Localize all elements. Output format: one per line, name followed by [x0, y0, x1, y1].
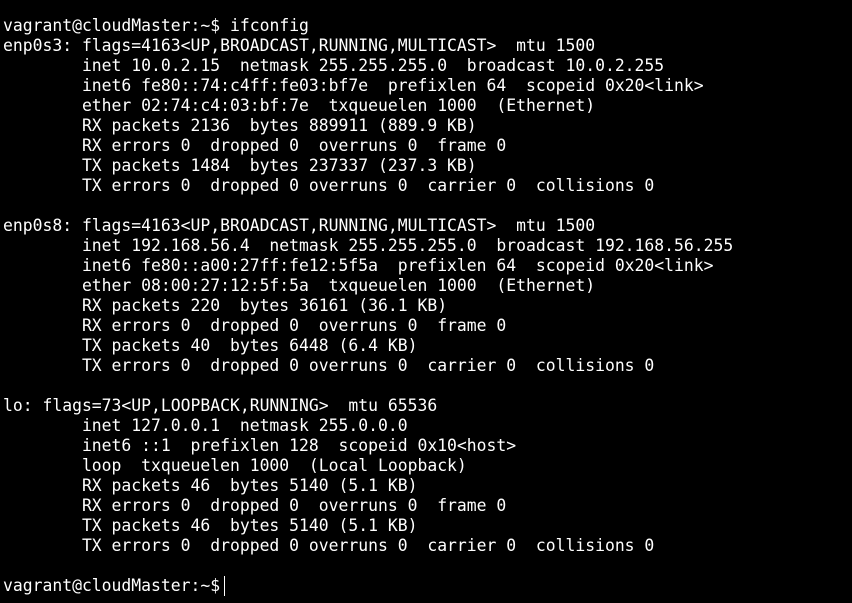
output-line: inet6 fe80::74:c4ff:fe03:bf7e prefixlen … [3, 76, 704, 95]
shell-prompt: vagrant@cloudMaster:~$ [3, 16, 221, 35]
interface-block-enp0s3: enp0s3: flags=4163<UP,BROADCAST,RUNNING,… [3, 36, 852, 196]
output-line: RX packets 220 bytes 36161 (36.1 KB) [3, 296, 448, 315]
output-line: ether 02:74:c4:03:bf:7e txqueuelen 1000 … [3, 96, 596, 115]
output-line: TX errors 0 dropped 0 overruns 0 carrier… [3, 356, 655, 375]
output-line: TX errors 0 dropped 0 overruns 0 carrier… [3, 176, 655, 195]
interface-block-lo: lo: flags=73<UP,LOOPBACK,RUNNING> mtu 65… [3, 396, 852, 556]
output-line: inet 10.0.2.15 netmask 255.255.255.0 bro… [3, 56, 665, 75]
output-line: inet6 ::1 prefixlen 128 scopeid 0x10<hos… [3, 436, 517, 455]
output-line: enp0s3: flags=4163<UP,BROADCAST,RUNNING,… [3, 36, 596, 55]
output-line: TX packets 46 bytes 5140 (5.1 KB) [3, 516, 418, 535]
output-line: loop txqueuelen 1000 (Local Loopback) [3, 456, 467, 475]
active-prompt-line[interactable]: vagrant@cloudMaster:~$ [3, 576, 852, 596]
output-line: RX packets 46 bytes 5140 (5.1 KB) [3, 476, 418, 495]
output-line: RX errors 0 dropped 0 overruns 0 frame 0 [3, 316, 507, 335]
shell-prompt: vagrant@cloudMaster:~$ [3, 576, 221, 595]
output-line: RX errors 0 dropped 0 overruns 0 frame 0 [3, 136, 507, 155]
terminal-window[interactable]: vagrant@cloudMaster:~$ ifconfig enp0s3: … [0, 0, 852, 603]
output-line: TX errors 0 dropped 0 overruns 0 carrier… [3, 536, 655, 555]
output-line: enp0s8: flags=4163<UP,BROADCAST,RUNNING,… [3, 216, 596, 235]
output-line: inet 192.168.56.4 netmask 255.255.255.0 … [3, 236, 734, 255]
command-line: vagrant@cloudMaster:~$ ifconfig [3, 16, 852, 36]
output-line: TX packets 40 bytes 6448 (6.4 KB) [3, 336, 418, 355]
output-line: lo: flags=73<UP,LOOPBACK,RUNNING> mtu 65… [3, 396, 438, 415]
text-cursor[interactable] [224, 576, 226, 596]
output-line: RX packets 2136 bytes 889911 (889.9 KB) [3, 116, 477, 135]
output-line: TX packets 1484 bytes 237337 (237.3 KB) [3, 156, 477, 175]
output-line: inet6 fe80::a00:27ff:fe12:5f5a prefixlen… [3, 256, 714, 275]
output-line: inet 127.0.0.1 netmask 255.0.0.0 [3, 416, 408, 435]
output-line: ether 08:00:27:12:5f:5a txqueuelen 1000 … [3, 276, 596, 295]
command-text: ifconfig [229, 16, 309, 35]
interface-block-enp0s8: enp0s8: flags=4163<UP,BROADCAST,RUNNING,… [3, 216, 852, 376]
output-line: RX errors 0 dropped 0 overruns 0 frame 0 [3, 496, 507, 515]
